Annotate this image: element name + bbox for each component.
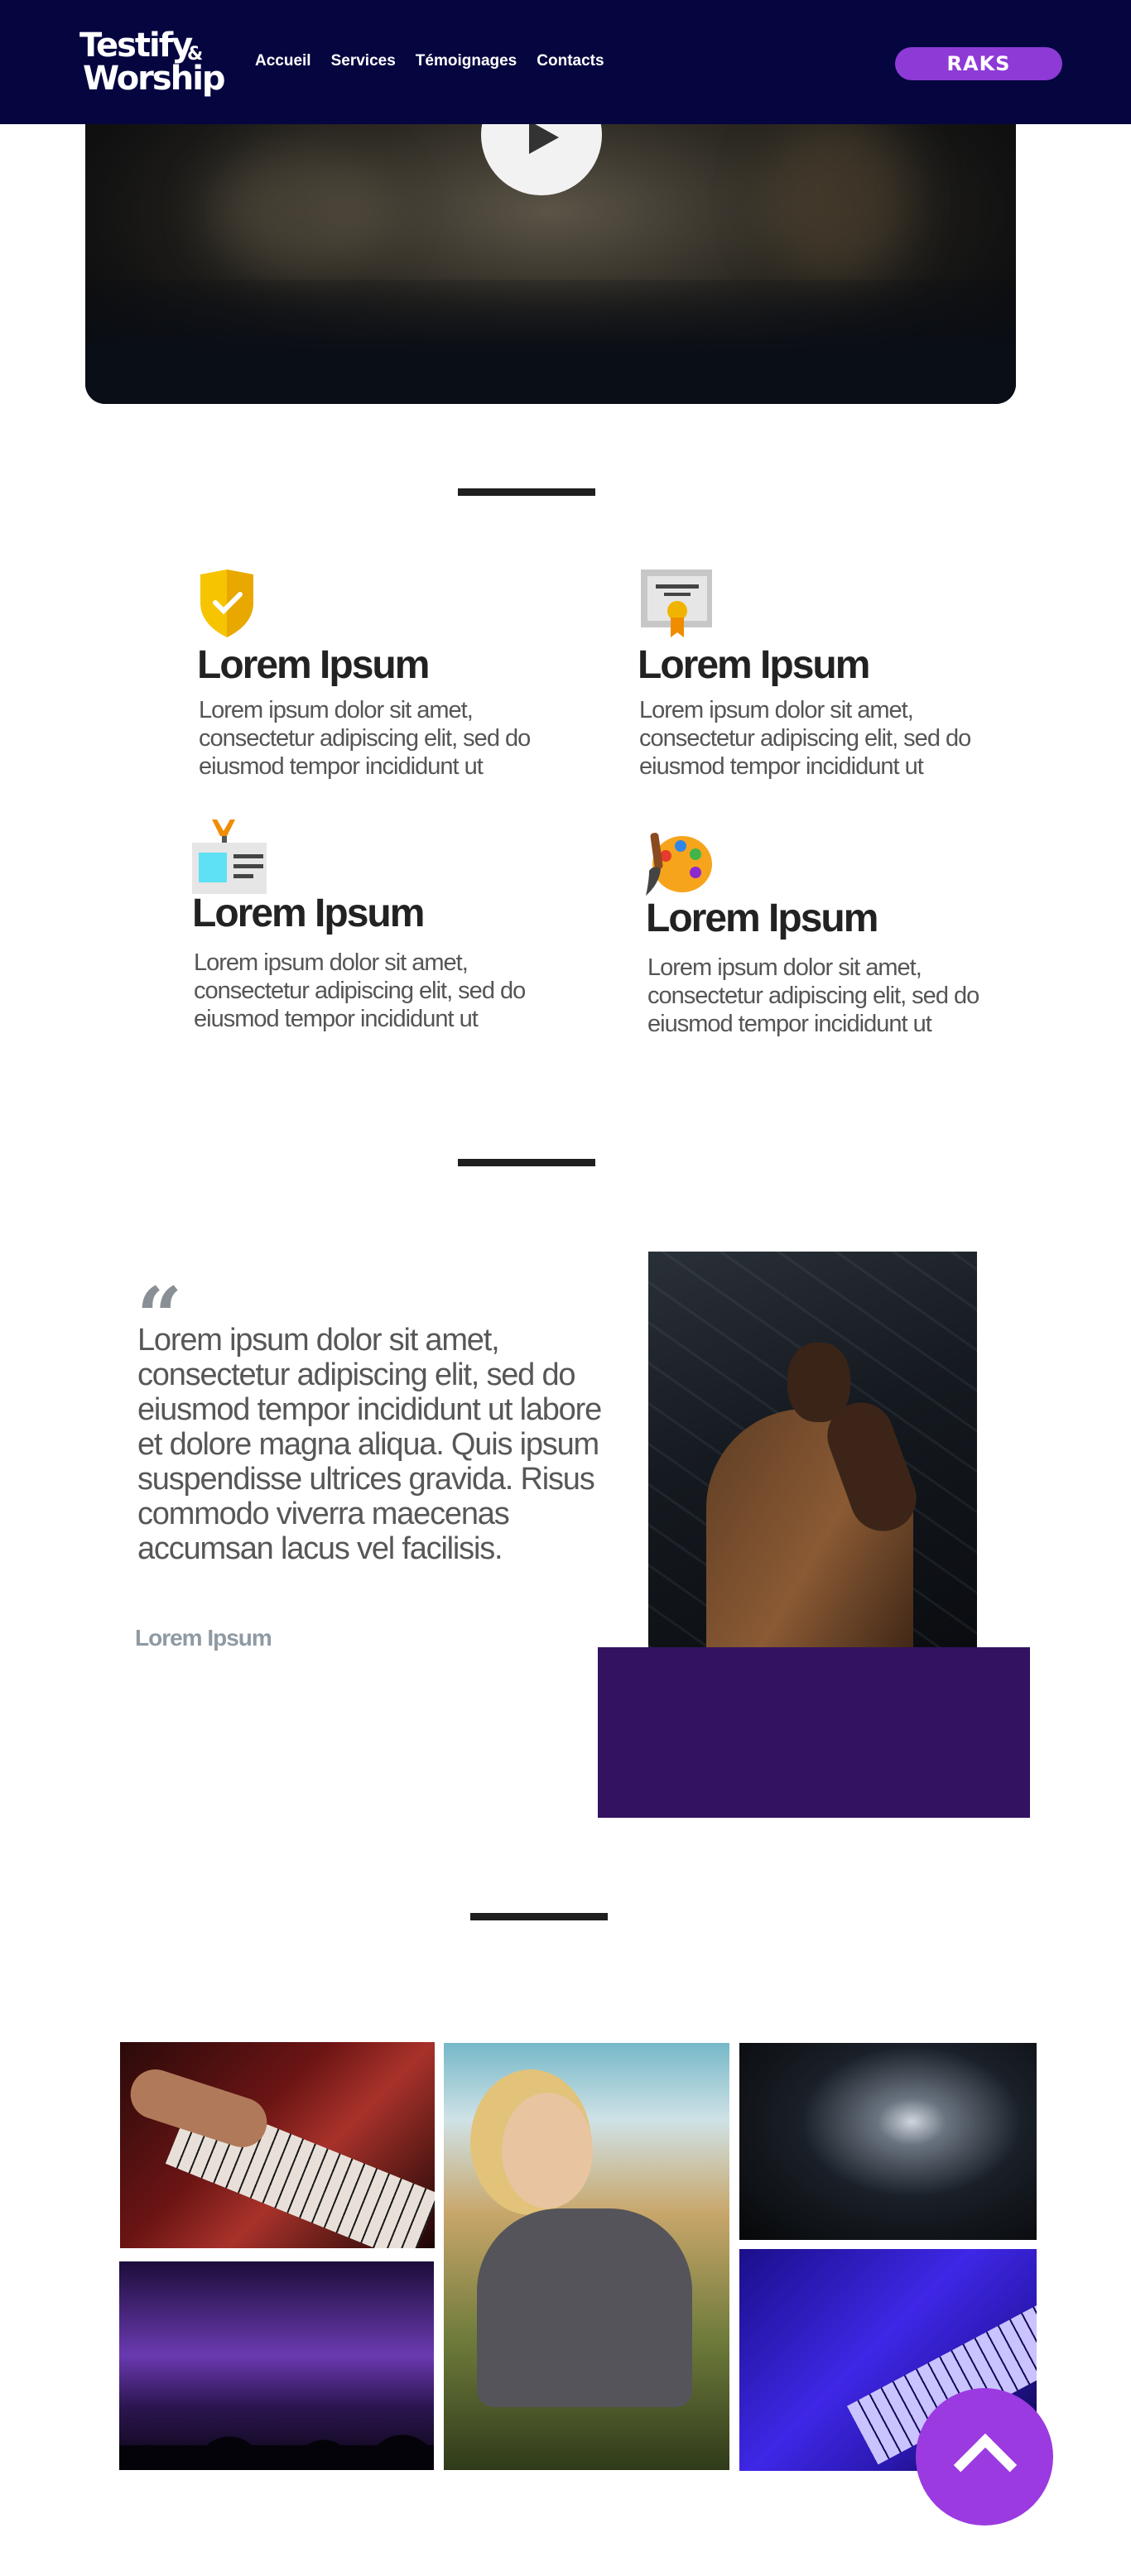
scroll-to-top-button[interactable] <box>916 2388 1053 2526</box>
nav-link-services[interactable]: Services <box>331 52 396 70</box>
accent-block <box>598 1647 1030 1818</box>
feature-text: Lorem ipsum dolor sit amet, consectetur … <box>194 949 526 1032</box>
certificate-icon <box>641 570 712 637</box>
feature-text: Lorem ipsum dolor sit amet, consectetur … <box>199 697 531 780</box>
nav-link-accueil[interactable]: Accueil <box>255 52 311 70</box>
gallery-photo-stage[interactable] <box>739 2043 1037 2240</box>
raks-button[interactable]: RAKS <box>895 47 1062 80</box>
main-nav: Accueil Services Témoignages Contacts <box>255 52 604 70</box>
top-navbar: Testify & Worship Accueil Services Témoi… <box>0 0 1131 124</box>
section-divider <box>458 488 595 496</box>
logo-line-2: Worship <box>83 60 226 98</box>
feature-text: Lorem ipsum dolor sit amet, consectetur … <box>639 697 971 780</box>
id-badge-icon <box>192 819 267 894</box>
feature-title: Lorem Ipsum <box>646 896 878 940</box>
gallery-photo-guitar-girl[interactable] <box>444 2043 729 2470</box>
nav-link-temoignages[interactable]: Témoignages <box>416 52 517 70</box>
nav-link-contacts[interactable]: Contacts <box>537 52 604 70</box>
logo-line-1: Testify <box>79 26 193 65</box>
singer-photo <box>648 1252 977 1647</box>
gallery-photo-concert[interactable] <box>119 2261 434 2470</box>
feature-text: Lorem ipsum dolor sit amet, consectetur … <box>647 954 979 1037</box>
testimonial-quote: Lorem ipsum dolor sit amet, consectetur … <box>137 1323 602 1566</box>
feature-title: Lorem Ipsum <box>192 892 425 935</box>
shield-check-icon <box>200 570 253 637</box>
video-crowd-silhouette <box>85 280 1016 404</box>
palette-icon <box>646 833 712 896</box>
feature-title: Lorem Ipsum <box>638 643 870 687</box>
gallery-photo-synthesizer[interactable] <box>120 2042 435 2248</box>
section-divider <box>470 1913 608 1920</box>
video-light-glow <box>764 116 913 281</box>
testimonial-author: Lorem Ipsum <box>135 1625 272 1651</box>
video-light-glow <box>209 149 392 273</box>
feature-title: Lorem Ipsum <box>197 643 430 687</box>
section-divider <box>458 1159 595 1166</box>
